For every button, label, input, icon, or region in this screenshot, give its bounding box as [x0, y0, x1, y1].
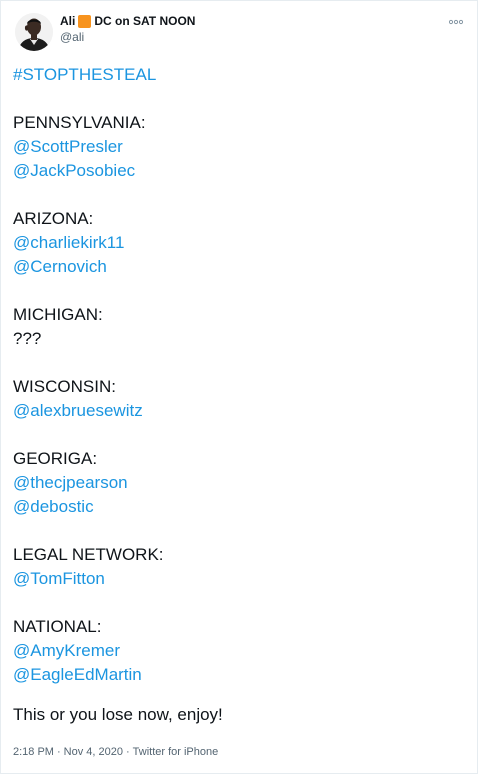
mention-link[interactable]: @ScottPresler	[13, 137, 123, 156]
more-dots-glyph	[448, 19, 464, 25]
closing-text: This or you lose now, enjoy!	[13, 705, 223, 724]
tweet-meta: 2:18 PM · Nov 4, 2020 · Twitter for iPhone	[13, 746, 218, 758]
mention-link[interactable]: @JackPosobiec	[13, 161, 135, 180]
mention-link[interactable]: @TomFitton	[13, 569, 105, 588]
tweet-text: #STOPTHESTEAL PENNSYLVANIA: @ScottPresle…	[13, 63, 465, 727]
avatar-image	[15, 13, 53, 51]
mention-link[interactable]: @thecjpearson	[13, 473, 128, 492]
tweet-time[interactable]: 2:18 PM	[13, 746, 54, 758]
mention-link[interactable]: @alexbruesewitz	[13, 401, 143, 420]
mention-link[interactable]: @EagleEdMartin	[13, 665, 142, 684]
tweet-card: Ali DC on SAT NOON @ali #STOPTHESTEAL PE…	[0, 0, 478, 774]
display-name-suffix: DC on SAT NOON	[94, 14, 196, 28]
avatar[interactable]	[15, 13, 53, 51]
display-name[interactable]: Ali DC on SAT NOON	[60, 14, 195, 29]
state-label: MICHIGAN:	[13, 305, 103, 324]
mention-link[interactable]: @debostic	[13, 497, 94, 516]
state-label: ARIZONA:	[13, 209, 94, 228]
tweet-source[interactable]: Twitter for iPhone	[133, 746, 219, 758]
tweet-date[interactable]: Nov 4, 2020	[64, 746, 123, 758]
state-label: LEGAL NETWORK:	[13, 545, 164, 564]
author-names: Ali DC on SAT NOON @ali	[60, 14, 195, 45]
tweet-header: Ali DC on SAT NOON @ali	[13, 11, 467, 55]
orange-square-icon	[78, 15, 92, 28]
state-label: NATIONAL:	[13, 617, 102, 636]
state-label: WISCONSIN:	[13, 377, 116, 396]
more-dots-icon[interactable]	[448, 15, 464, 32]
mention-link[interactable]: @charliekirk11	[13, 233, 124, 252]
meta-separator: ·	[125, 746, 130, 758]
state-label: GEORIGA:	[13, 449, 98, 468]
user-handle[interactable]: @ali	[60, 30, 195, 45]
display-name-prefix: Ali	[60, 14, 76, 28]
meta-separator: ·	[56, 746, 61, 758]
unknown-text: ???	[13, 329, 42, 348]
mention-link[interactable]: @AmyKremer	[13, 641, 120, 660]
mention-link[interactable]: @Cernovich	[13, 257, 107, 276]
state-label: PENNSYLVANIA:	[13, 113, 146, 132]
hashtag-link[interactable]: #STOPTHESTEAL	[13, 65, 156, 84]
